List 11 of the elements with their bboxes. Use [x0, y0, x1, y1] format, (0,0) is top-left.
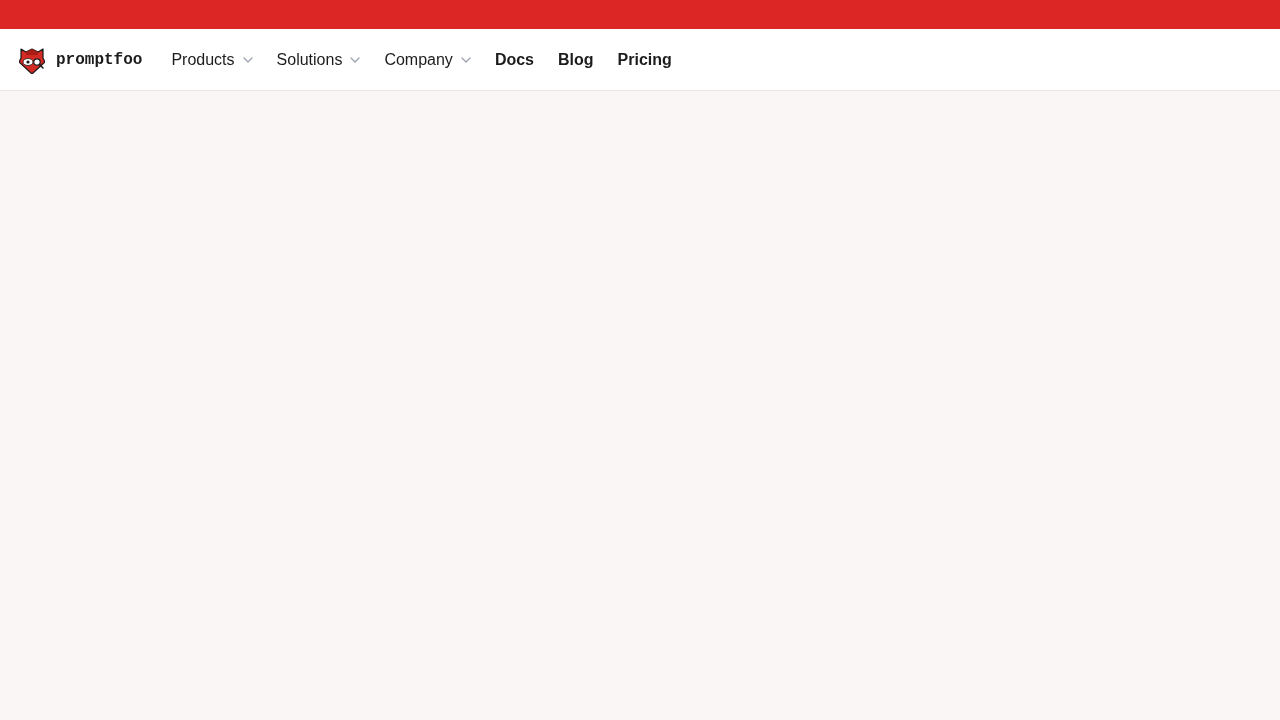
brand-name: promptfoo — [56, 49, 143, 71]
brand-link[interactable]: promptfoo — [19, 45, 143, 74]
nav-link[interactable]: Blog — [546, 41, 606, 78]
chevron-down-icon — [460, 56, 471, 63]
nav-dropdown[interactable]: Company — [372, 41, 483, 78]
nav-link[interactable]: Docs — [482, 41, 546, 78]
nav-dropdown[interactable]: Products — [159, 41, 265, 78]
chevron-down-icon — [350, 56, 361, 63]
nav-link[interactable]: Pricing — [605, 41, 684, 78]
chevron-down-icon — [242, 56, 253, 63]
nav-dropdown[interactable]: Solutions — [264, 41, 373, 78]
